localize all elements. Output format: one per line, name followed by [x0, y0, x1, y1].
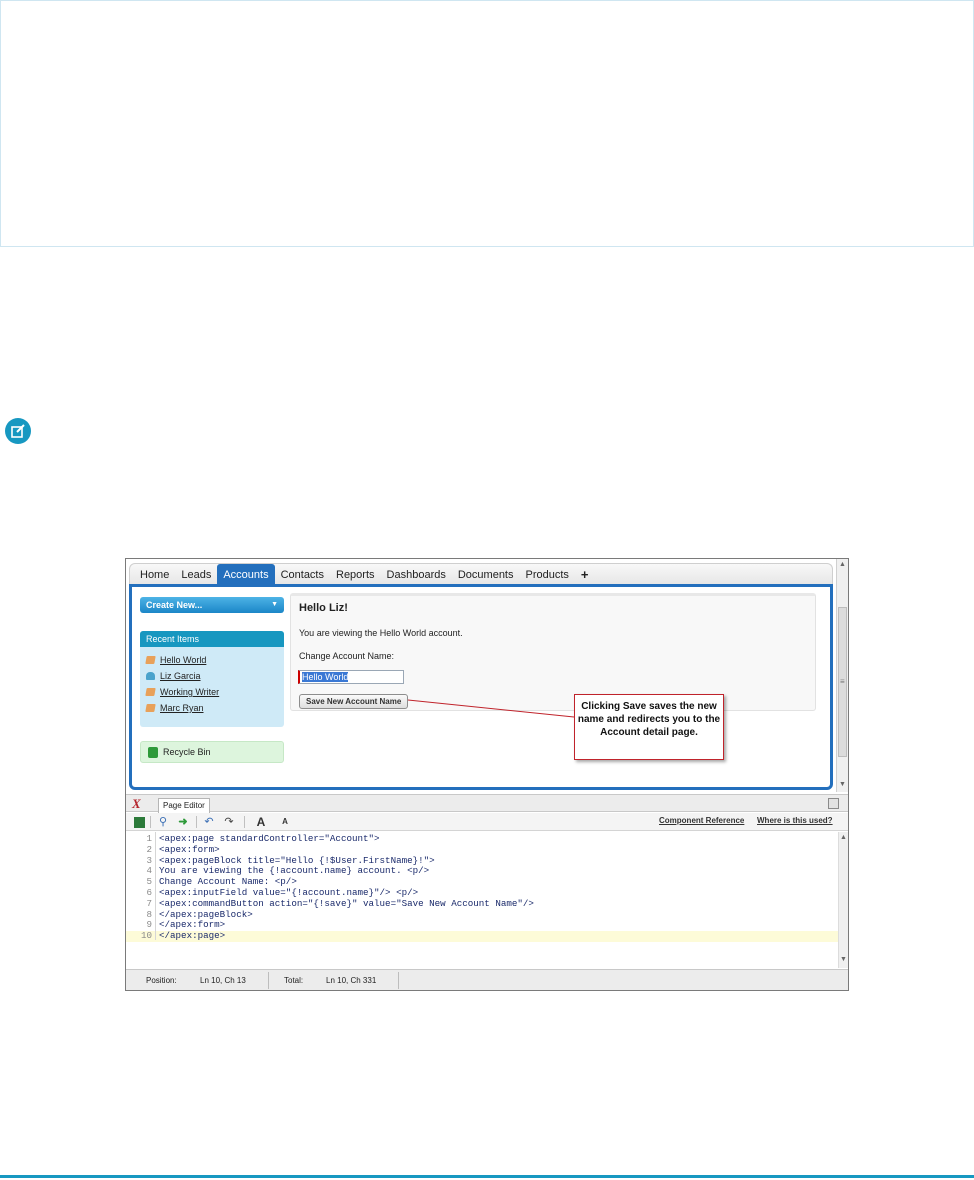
save-icon[interactable] [134, 817, 145, 828]
salesforce-app-window: Home Leads Accounts Contacts Reports Das… [126, 559, 836, 792]
position-value: Ln 10, Ch 13 [200, 976, 246, 985]
increase-font-icon[interactable]: A [254, 815, 268, 829]
code-scrollbar[interactable]: ▲ ▼ [838, 832, 848, 968]
editor-toolbar: ⚲ ➜ ↶ ↷ A A Component Reference Where is… [126, 813, 848, 831]
code-text: <apex:form> [159, 843, 220, 855]
go-to-line-icon[interactable]: ➜ [176, 815, 190, 829]
line-number: 2 [146, 843, 152, 855]
gutter-divider [155, 832, 156, 940]
callout-box: Clicking Save saves the new name and red… [574, 694, 724, 760]
close-editor-icon[interactable]: X [132, 796, 141, 812]
minimize-icon[interactable] [828, 798, 839, 809]
component-reference-link[interactable]: Component Reference [659, 816, 744, 825]
total-label: Total: [284, 976, 304, 985]
callout-connector [407, 699, 575, 718]
app-scrollbar[interactable]: ▲ ≡ ▼ [836, 559, 848, 792]
where-is-this-used-link[interactable]: Where is this used? [757, 816, 833, 825]
toolbar-divider [150, 816, 151, 828]
code-text: <apex:commandButton action="{!save}" val… [159, 897, 534, 909]
code-sample-box [0, 0, 974, 247]
scroll-down-icon[interactable]: ▼ [840, 956, 847, 963]
code-line: 1 <apex:page standardController="Account"… [126, 833, 838, 845]
code-text: </apex:page> [159, 930, 226, 942]
footer-rule [0, 1175, 974, 1178]
position-label: Position: [146, 976, 177, 985]
editor-status-bar: Position: Ln 10, Ch 13 Total: Ln 10, Ch … [126, 969, 848, 990]
code-editor[interactable]: 1 <apex:page standardController="Account"… [126, 832, 838, 968]
page-editor-header: X Page Editor [126, 794, 848, 813]
code-line: 7 <apex:commandButton action="{!save}" va… [126, 897, 838, 910]
tab-page-editor[interactable]: Page Editor [158, 798, 210, 813]
line-number: 10 [140, 930, 152, 942]
total-value: Ln 10, Ch 331 [326, 976, 377, 985]
scroll-up-icon[interactable]: ▲ [839, 561, 846, 568]
note-icon [5, 418, 31, 444]
line-number: 7 [146, 897, 152, 909]
visualforce-screenshot: Home Leads Accounts Contacts Reports Das… [125, 558, 849, 991]
documentation-page: Home Leads Accounts Contacts Reports Das… [0, 0, 974, 1180]
toolbar-divider [244, 816, 245, 828]
undo-icon[interactable]: ↶ [202, 815, 216, 829]
toolbar-divider [196, 816, 197, 828]
search-icon[interactable]: ⚲ [156, 815, 170, 829]
decrease-font-icon[interactable]: A [278, 815, 292, 829]
redo-icon[interactable]: ↷ [222, 815, 236, 829]
code-line: 9 </apex:form> [126, 920, 838, 931]
status-divider [268, 972, 269, 989]
code-line-current: 10 </apex:page> [126, 930, 838, 942]
status-divider [398, 972, 399, 989]
scroll-up-icon[interactable]: ▲ [840, 834, 847, 841]
code-line: 2 <apex:form> [126, 843, 838, 856]
grip-icon: ≡ [840, 677, 845, 686]
scroll-down-icon[interactable]: ▼ [839, 781, 846, 788]
code-line: 8 </apex:pageBlock> [126, 909, 838, 921]
